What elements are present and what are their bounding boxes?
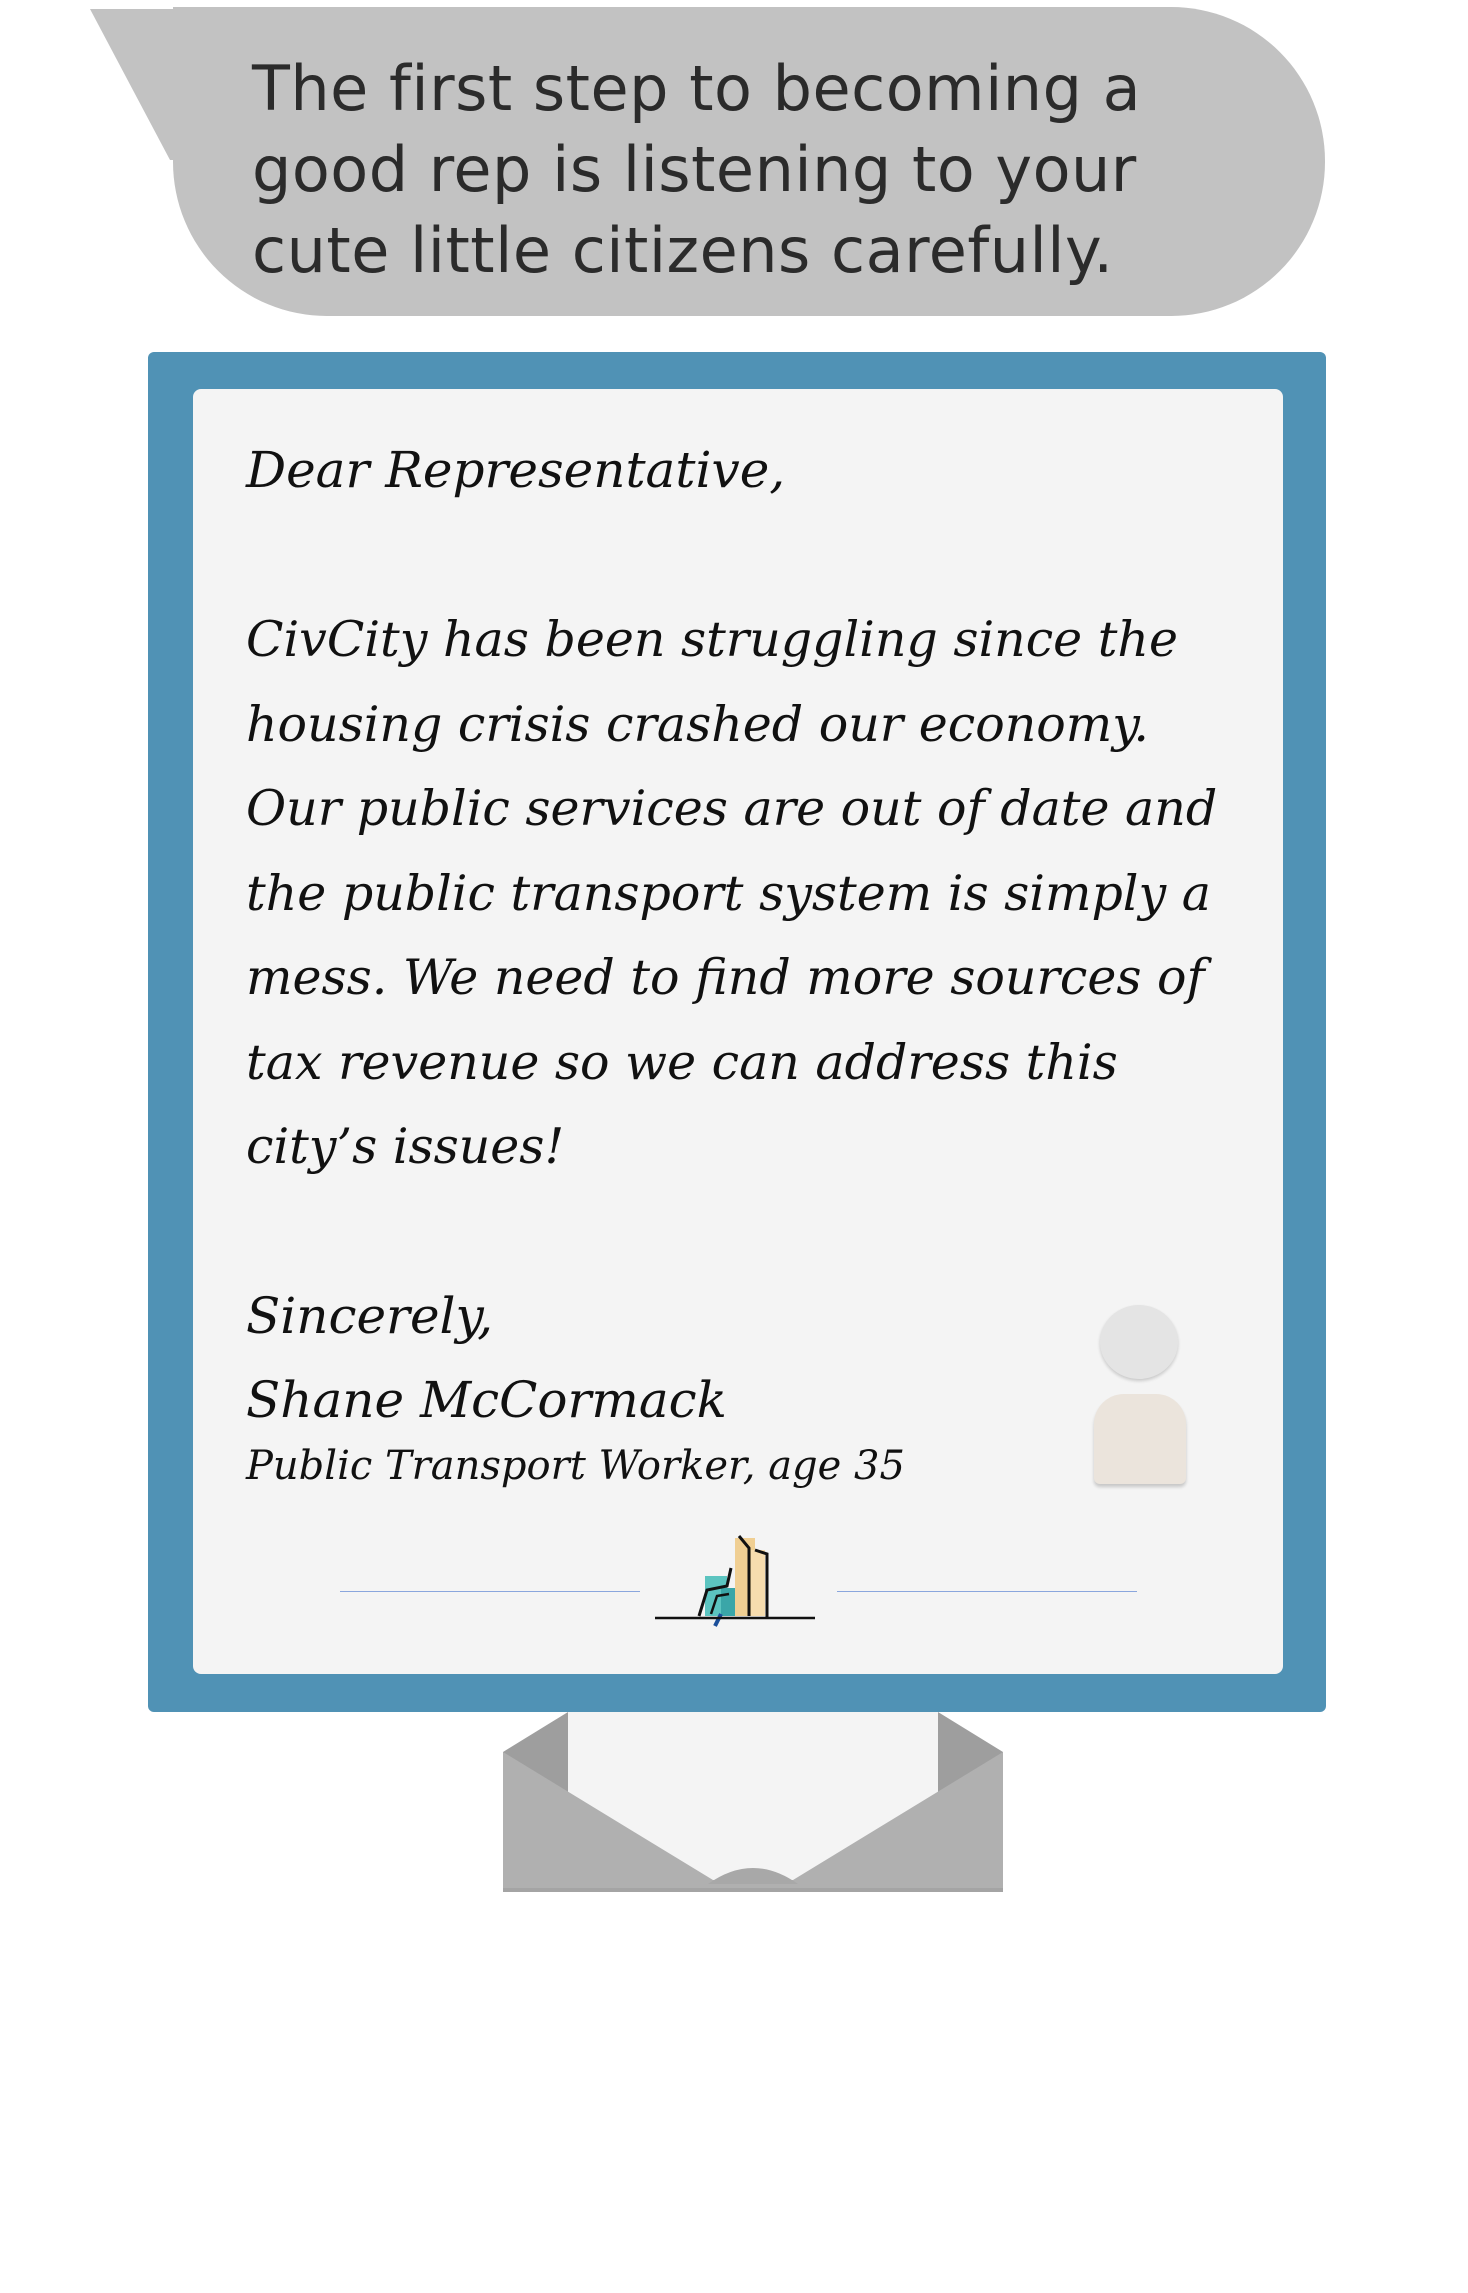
letter-greeting: Dear Representative, xyxy=(246,441,786,499)
divider-right xyxy=(837,1591,1137,1592)
speech-bubble-text: The first step to becoming a good rep is… xyxy=(252,52,1142,287)
signer-name: Shane McCormack xyxy=(246,1371,727,1429)
letter-body: CivCity has been struggling since the ho… xyxy=(246,611,1218,1175)
open-envelope-icon xyxy=(503,1712,1003,1892)
person-icon-head xyxy=(1100,1305,1178,1379)
letter-closing: Sincerely, xyxy=(246,1287,494,1345)
signer-role: Public Transport Worker, age 35 xyxy=(246,1443,905,1489)
city-skyline-logo xyxy=(655,1535,815,1627)
person-icon-body xyxy=(1094,1394,1186,1484)
divider-left xyxy=(340,1591,640,1592)
